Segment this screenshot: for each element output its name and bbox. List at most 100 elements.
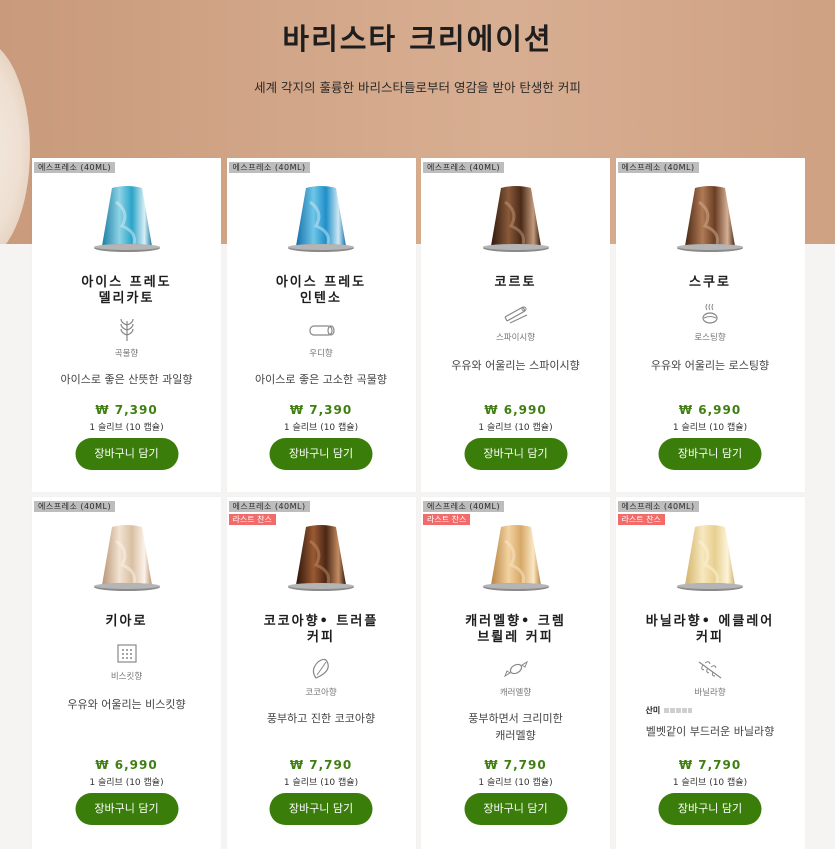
cinnamon-icon (501, 301, 531, 327)
flavor-label: 비스킷향 (110, 672, 143, 682)
capsule-image[interactable] (471, 182, 561, 262)
product-price: ₩ 7,790 (484, 758, 547, 772)
product-card[interactable]: 에스프레소 (40ML) 라스트 찬스 코코아향• 트러플 커피 코코아향 풍부하… (226, 497, 416, 849)
product-unit: 1 슬리브 (10 캡슐) (89, 423, 164, 433)
category-tag: 에스프레소 (40ML) (34, 162, 116, 173)
product-price: ₩ 6,990 (678, 403, 742, 417)
product-unit: 1 슬리브 (10 캡슐) (478, 423, 553, 433)
product-name[interactable]: 아이스 프레도 델리카토 (38, 275, 215, 307)
description-line1: 풍부하면서 크리미한 (468, 712, 563, 725)
add-to-cart-button[interactable]: 장바구니 담기 (269, 793, 373, 825)
description-line1: 아이스로 좋은 산뜻한 과일향 (60, 373, 193, 386)
product-card[interactable]: 에스프레소 (40ML) 스쿠로 로스팅향 우유와 어울리는 로스팅향 ₩ 6,… (615, 158, 805, 492)
add-to-cart-button[interactable]: 장바구니 담기 (269, 438, 373, 470)
grain-icon (112, 317, 142, 343)
category-tag: 에스프레소 (40ML) (617, 162, 699, 173)
category-tag: 에스프레소 (40ML) (228, 501, 310, 512)
flavor-label: 곡물향 (114, 349, 139, 359)
product-name-line2: 델리카토 (98, 291, 155, 306)
description-line2: 캐러멜향 (495, 729, 536, 742)
product-description: 우유와 어울리는 로스팅향 (626, 357, 795, 374)
description-line1: 우유와 어울리는 비스킷향 (67, 698, 186, 711)
capsule-image[interactable] (276, 182, 366, 262)
flavor-label: 우디향 (309, 349, 333, 359)
product-name-line2: 인텐소 (300, 291, 342, 306)
product-unit: 1 슬리브 (10 캡슐) (89, 778, 164, 788)
acidity-bar (664, 708, 693, 713)
product-card[interactable]: 에스프레소 (40ML) 라스트 찬스 바닐라향• 에클레어 커피 바닐라향 산미 … (615, 497, 805, 849)
product-name-line1: 아이스 프레도 (81, 275, 172, 290)
product-name-line2: 커피 (696, 630, 724, 645)
product-name-line1: 코코아향• 트러플 (263, 614, 379, 629)
product-unit: 1 슬리브 (10 캡슐) (283, 778, 359, 788)
last-chance-badge: 라스트 찬스 (617, 514, 665, 525)
description-line1: 풍부하고 진한 코코아향 (266, 712, 376, 725)
product-price: ₩ 6,990 (484, 403, 547, 417)
add-to-cart-button[interactable]: 장바구니 담기 (75, 793, 178, 825)
description-line1: 우유와 어울리는 로스팅향 (650, 359, 770, 372)
product-name[interactable]: 코코아향• 트러플 커피 (233, 614, 410, 646)
product-unit: 1 슬리브 (10 캡슐) (672, 778, 748, 788)
product-card[interactable]: 에스프레소 (40ML) 아이스 프레도 델리카토 곡물향 아이스로 좋은 산뜻… (32, 158, 221, 492)
capsule-image[interactable] (82, 521, 172, 601)
product-price: ₩ 7,390 (95, 403, 158, 417)
product-card[interactable]: 에스프레소 (40ML) 키아로 비스킷향 우유와 어울리는 비스킷향 ₩ 6,… (32, 497, 221, 849)
product-description: 벨벳같이 부드러운 바닐라향 (626, 723, 795, 740)
product-name[interactable]: 스쿠로 (622, 275, 799, 291)
product-card[interactable]: 에스프레소 (40ML) 아이스 프레도 인텐소 우디향 아이스로 좋은 고소한… (226, 158, 416, 492)
product-description: 우유와 어울리는 스파이시향 (431, 357, 600, 374)
product-unit: 1 슬리브 (10 캡슐) (283, 423, 359, 433)
product-name-line2: 브륄레 커피 (477, 630, 554, 645)
flavor-label: 코코아향 (305, 688, 337, 698)
wood-log-icon (306, 317, 336, 343)
product-name[interactable]: 바닐라향• 에클레어 커피 (622, 614, 799, 646)
category-tag: 에스프레소 (40ML) (617, 501, 699, 512)
capsule-image[interactable] (82, 182, 172, 262)
add-to-cart-button[interactable]: 장바구니 담기 (464, 438, 567, 470)
product-description: 풍부하고 진한 코코아향 (237, 710, 406, 727)
product-name[interactable]: 캐러멜향• 크렘 브륄레 커피 (427, 614, 604, 646)
page-title: 바리스타 크리에이션 (282, 22, 553, 56)
product-card[interactable]: 에스프레소 (40ML) 코르토 스파이시향 우유와 어울리는 스파이시향 ₩ … (421, 158, 610, 492)
biscuit-icon (112, 640, 142, 666)
product-unit: 1 슬리브 (10 캡슐) (478, 778, 553, 788)
capsule-image[interactable] (665, 182, 755, 262)
product-price: ₩ 6,990 (95, 758, 158, 772)
product-name[interactable]: 키아로 (38, 614, 215, 630)
flavor-label: 캐러멜향 (499, 688, 532, 698)
last-chance-badge: 라스트 찬스 (228, 514, 276, 525)
product-price: ₩ 7,790 (289, 758, 353, 772)
last-chance-badge: 라스트 찬스 (423, 514, 471, 525)
add-to-cart-button[interactable]: 장바구니 담기 (75, 438, 178, 470)
add-to-cart-button[interactable]: 장바구니 담기 (658, 438, 762, 470)
flavor-label: 스파이시향 (495, 333, 536, 343)
category-tag: 에스프레소 (40ML) (228, 162, 310, 173)
product-name[interactable]: 코르토 (427, 275, 604, 291)
flavor-label: 로스팅향 (694, 333, 726, 343)
product-name-line1: 바닐라향• 에클레어 (645, 614, 775, 629)
product-card[interactable]: 에스프레소 (40ML) 라스트 찬스 캐러멜향• 크렘 브륄레 커피 캐러멜향 … (421, 497, 610, 849)
product-description: 풍부하면서 크리미한 캐러멜향 (431, 710, 600, 744)
product-name-line2: 커피 (307, 630, 335, 645)
description-line1: 벨벳같이 부드러운 바닐라향 (645, 725, 775, 738)
product-description: 아이스로 좋은 산뜻한 과일향 (42, 371, 211, 388)
category-tag: 에스프레소 (40ML) (423, 162, 505, 173)
capsule-image[interactable] (276, 521, 366, 601)
description-line1: 우유와 어울리는 스파이시향 (451, 359, 580, 372)
product-price: ₩ 7,790 (678, 758, 742, 772)
add-to-cart-button[interactable]: 장바구니 담기 (464, 793, 567, 825)
capsule-image[interactable] (471, 521, 561, 601)
product-description: 아이스로 좋은 고소한 곡물향 (237, 371, 406, 388)
hero-decoration-plate (0, 40, 30, 244)
product-unit: 1 슬리브 (10 캡슐) (672, 423, 748, 433)
product-price: ₩ 7,390 (289, 403, 353, 417)
page-subtitle: 세계 각지의 훌륭한 바리스타들로부터 영감을 받아 탄생한 커피 (254, 80, 581, 95)
product-name[interactable]: 아이스 프레도 인텐소 (233, 275, 410, 307)
vanilla-flower-icon (695, 656, 725, 682)
acidity-label: 산미 (645, 706, 661, 715)
product-name-line1: 아이스 프레도 (275, 275, 367, 290)
flavor-label: 바닐라향 (694, 688, 726, 698)
add-to-cart-button[interactable]: 장바구니 담기 (658, 793, 762, 825)
product-name-line1: 캐러멜향• 크렘 (465, 614, 566, 629)
capsule-image[interactable] (665, 521, 755, 601)
